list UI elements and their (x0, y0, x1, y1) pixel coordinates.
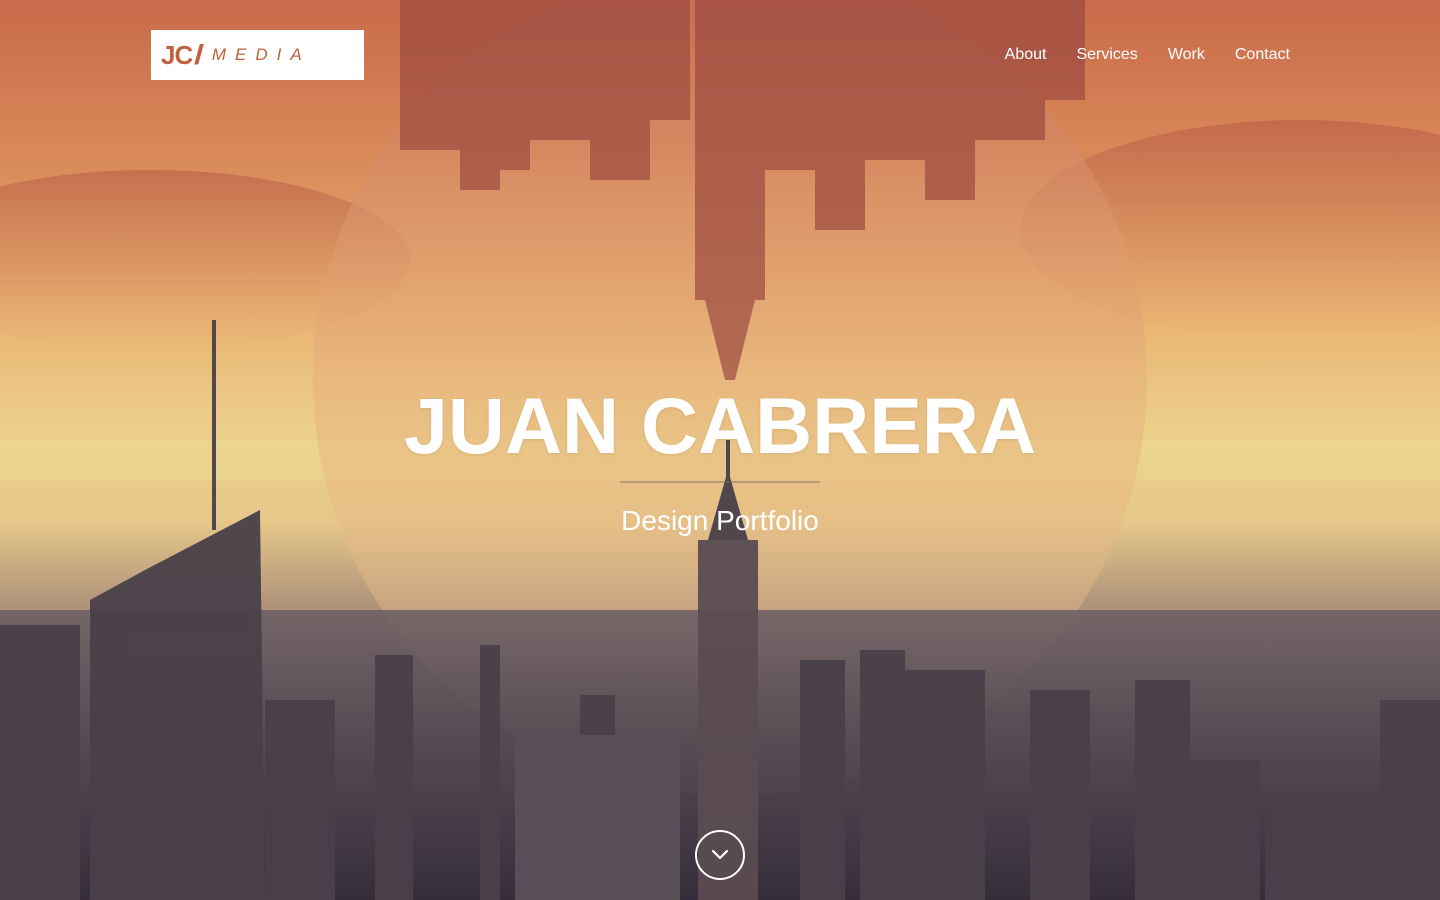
title-divider (620, 481, 820, 483)
top-navigation-bar: JC // MEDIA About Services Work Contact (0, 0, 1440, 110)
hero-section: JC // MEDIA About Services Work Contact … (0, 0, 1440, 900)
logo-wordmark: MEDIA (211, 45, 311, 64)
hero-title: JUAN CABRERA (403, 381, 1037, 470)
logo-separator: // (194, 39, 203, 70)
logo-mark: JC (161, 39, 193, 70)
main-nav: About Services Work Contact (990, 44, 1290, 66)
nav-link-about[interactable]: About (990, 44, 1062, 66)
nav-link-services[interactable]: Services (1061, 44, 1152, 66)
logo[interactable]: JC // MEDIA (151, 30, 364, 80)
nav-link-contact[interactable]: Contact (1220, 44, 1290, 66)
hero-subtitle: Design Portfolio (621, 505, 819, 536)
nav-link-work[interactable]: Work (1153, 44, 1220, 66)
scroll-down-button[interactable] (695, 830, 745, 880)
chevron-down-icon (711, 849, 729, 860)
